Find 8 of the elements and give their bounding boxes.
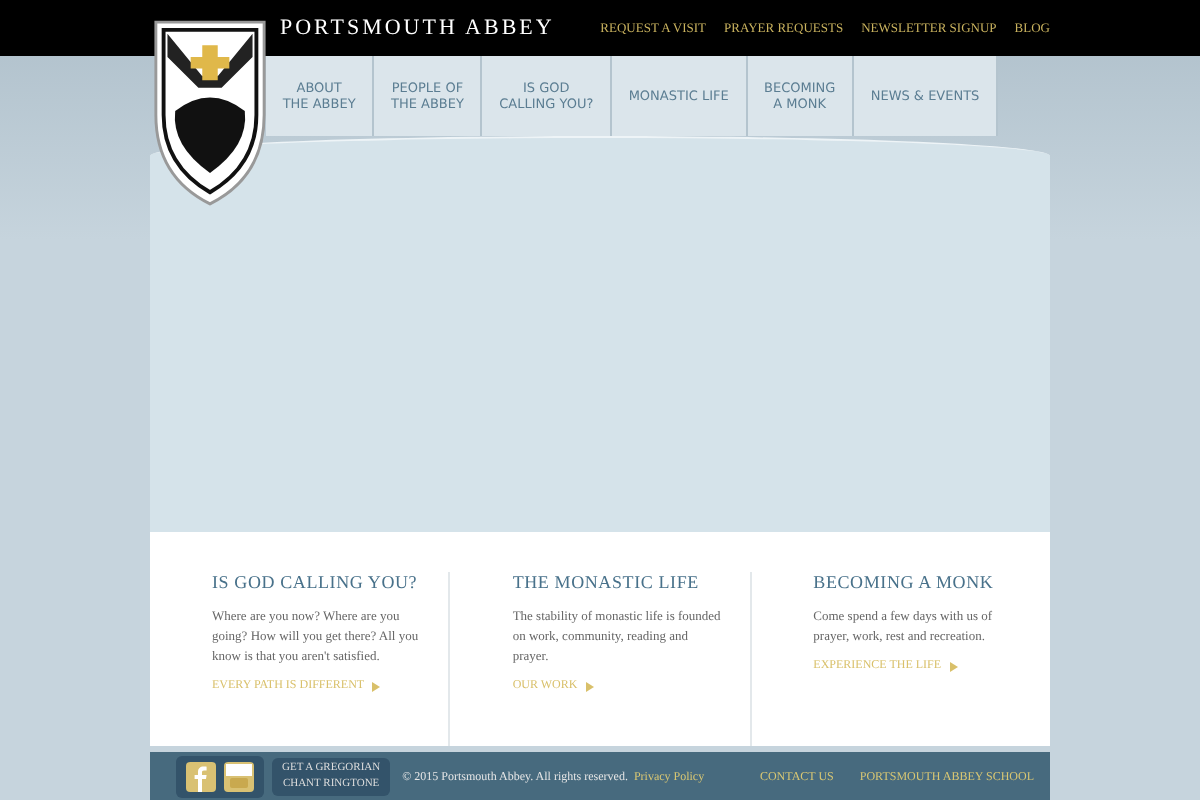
arrow-icon <box>372 681 381 692</box>
feature-heading: BECOMING A MONK <box>813 572 996 592</box>
feature-heading: THE MONASTIC LIFE <box>512 572 701 592</box>
arrow-icon <box>585 681 594 692</box>
feature-heading: IS GOD CALLING YOU? <box>212 572 420 592</box>
site-title[interactable]: PORTSMOUTH ABBEY <box>280 16 555 40</box>
facebook-icon[interactable] <box>186 762 216 792</box>
arrow-icon <box>949 661 958 672</box>
